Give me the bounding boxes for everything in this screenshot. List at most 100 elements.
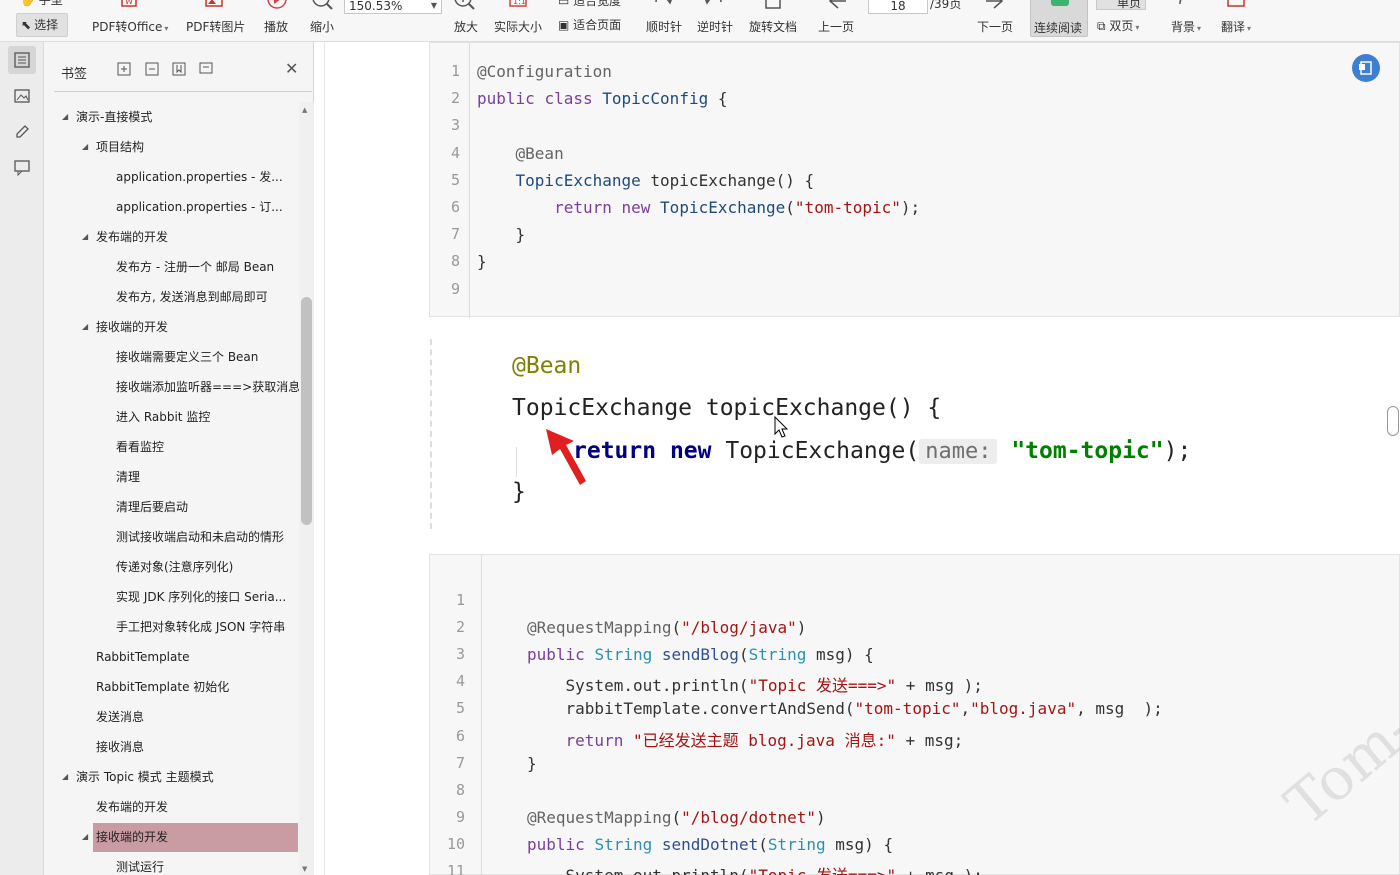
next-page-button[interactable]: 下一页 [977,20,1013,34]
bookmark-item[interactable]: 发布方 - 注册一个 邮局 Bean [44,252,299,282]
bookmark-label: 发布端的开发 [96,800,169,814]
line-number: 1 [450,62,460,80]
line-number: 2 [450,89,460,108]
bookmark-item[interactable]: 清理 [44,462,299,492]
continuous-reading-icon [1051,0,1069,6]
bookmark-item[interactable]: ◢ 演示-直接模式 [44,102,299,132]
expand-toggle-icon[interactable]: ◢ [82,312,88,342]
rotate-counterclockwise-button[interactable]: 逆时针 [697,20,733,34]
expand-toggle-icon[interactable]: ◢ [82,822,88,852]
bookmark-item[interactable]: RabbitTemplate 初始化 [44,672,299,702]
chevron-down-icon: ▼ [430,1,437,10]
bookmark-item[interactable]: ◢ 接收端的开发 [44,822,299,852]
comment-icon [14,160,30,176]
scroll-down-icon[interactable]: ▼ [302,865,307,873]
expand-all-icon[interactable] [117,62,133,78]
bookmark-label: RabbitTemplate 初始化 [96,680,230,694]
translate-button[interactable]: 翻译 ▾ [1221,20,1251,36]
add-bookmark-icon[interactable] [172,62,188,78]
annotations-panel-button[interactable] [8,118,36,146]
fit-page-icon: ▣ [558,18,570,32]
bookmark-item[interactable]: 接收消息 [44,732,299,762]
code-line: return new TopicExchange("tom-topic"); [554,198,921,217]
line-number: 8 [455,780,465,799]
pdf-to-office-icon: W [118,0,140,8]
bookmark-list-icon [14,52,30,68]
bookmark-label: 发送消息 [96,710,145,724]
double-page-button[interactable]: ⧉ 双页 ▾ [1097,19,1139,35]
bookmark-item[interactable]: 清理后要启动 [44,492,299,522]
hand-tool-button[interactable]: ✋ 手型 [20,0,63,7]
scroll-up-icon[interactable]: ▲ [302,106,307,114]
document-scroll-handle[interactable] [1387,406,1399,436]
bookmark-item[interactable]: 看看监控 [44,432,299,462]
play-button[interactable]: 播放 [264,20,288,34]
bookmark-item[interactable]: 发布方, 发送消息到邮局即可 [44,282,299,312]
bookmark-item[interactable]: 手工把对象转化成 JSON 字符串 [44,612,299,642]
scrollbar-thumb[interactable] [301,297,312,525]
thumbnails-panel-button[interactable] [8,82,36,110]
code-line: @Bean [515,143,564,163]
zoom-in-button[interactable]: 放大 [454,20,478,34]
zoom-level-select[interactable]: 150.53% ▼ [344,0,442,14]
bookmark-item[interactable]: 发送消息 [44,702,299,732]
expand-toggle-icon[interactable]: ◢ [62,762,68,792]
bookmark-item[interactable]: 进入 Rabbit 监控 [44,402,299,432]
zoom-out-button[interactable]: 缩小 [310,20,334,34]
bookmark-label: 清理后要启动 [116,500,189,514]
code-line: @RequestMapping("/blog/java") [527,618,807,638]
expand-toggle-icon[interactable]: ◢ [62,102,68,132]
bookmark-item[interactable]: 接收端添加监听器===>获取消息 [44,372,299,402]
translate-icon [1226,0,1248,10]
rotate-clockwise-button[interactable]: 顺时针 [646,20,682,34]
bookmark-item[interactable]: 测试运行 [44,852,299,875]
expand-toggle-icon[interactable]: ◢ [82,132,88,162]
code-block-request-mapping: 1 2 @RequestMapping("/blog/java") 3 public S… [429,554,1400,875]
actual-size-button[interactable]: 实际大小 [494,20,542,34]
line-number-divider [469,43,470,318]
select-tool-button[interactable]: ⬉ 选择 [16,13,68,37]
comments-panel-button[interactable] [8,154,36,182]
fit-width-button[interactable]: ▭ 适合宽度 [558,0,621,8]
document-view[interactable]: 1 @Configuration 2 public class TopicConfig… [314,42,1400,875]
collapse-all-icon[interactable] [145,62,161,78]
line-number: 6 [455,726,465,745]
close-icon[interactable]: ✕ [285,59,298,78]
pdf-to-office-button[interactable]: PDF转Office ▾ [92,20,168,36]
bookmark-item[interactable]: 发布端的开发 [44,792,299,822]
bookmarks-panel-button[interactable] [8,46,36,74]
bookmark-item[interactable]: 接收端需要定义三个 Bean [44,342,299,372]
continuous-reading-button[interactable]: 连续阅读 [1030,0,1088,37]
code-line: TopicExchange topicExchange() { [515,170,815,190]
bookmark-item[interactable]: 测试接收端启动和未启动的情形 [44,522,299,552]
single-page-button[interactable]: 单页 [1096,0,1146,10]
bookmark-label: 手工把对象转化成 JSON 字符串 [116,620,286,634]
main-toolbar: ✋ 手型 ⬉ 选择 W PDF转Office ▾ PDF转图片 播放 缩小 150.… [0,0,1400,42]
expand-toggle-icon[interactable]: ◢ [82,222,88,252]
line-number: 4 [455,672,465,691]
rotate-document-button[interactable]: 旋转文档 [749,20,797,34]
prev-page-button[interactable]: 上一页 [818,20,854,34]
rotate-counterclockwise-icon [703,0,725,10]
fit-page-button[interactable]: ▣ 适合页面 [558,18,621,32]
parameter-hint: name: [919,439,998,464]
bookmark-label: 演示-直接模式 [76,110,153,124]
bookmark-item[interactable]: application.properties - 发... [44,162,299,192]
bookmark-scrollbar[interactable]: ▲ ▼ [299,102,314,875]
bookmark-item[interactable]: ◢ 接收端的开发 [44,312,299,342]
floating-tool-button[interactable] [1352,54,1380,82]
bookmark-item[interactable]: application.properties - 订... [44,192,299,222]
pdf-to-image-button[interactable]: PDF转图片 [186,20,245,34]
bookmark-options-icon[interactable] [199,62,215,78]
background-button[interactable]: 背景 ▾ [1171,20,1201,36]
bookmark-item[interactable]: ◢ 项目结构 [44,132,299,162]
bookmark-item[interactable]: ◢ 演示 Topic 模式 主题模式 [44,762,299,792]
bookmark-item[interactable]: RabbitTemplate [44,642,299,672]
ide-annotation-bean: @Bean [512,353,582,379]
next-page-icon [984,0,1006,10]
bookmark-item[interactable]: 传递对象(注意序列化) [44,552,299,582]
bookmark-item[interactable]: ◢ 发布端的开发 [44,222,299,252]
page-number-input[interactable]: 18 [868,0,928,14]
code-block-topic-config: 1 @Configuration 2 public class TopicConfig… [429,42,1400,318]
bookmark-item[interactable]: 实现 JDK 序列化的接口 Seria... [44,582,299,612]
